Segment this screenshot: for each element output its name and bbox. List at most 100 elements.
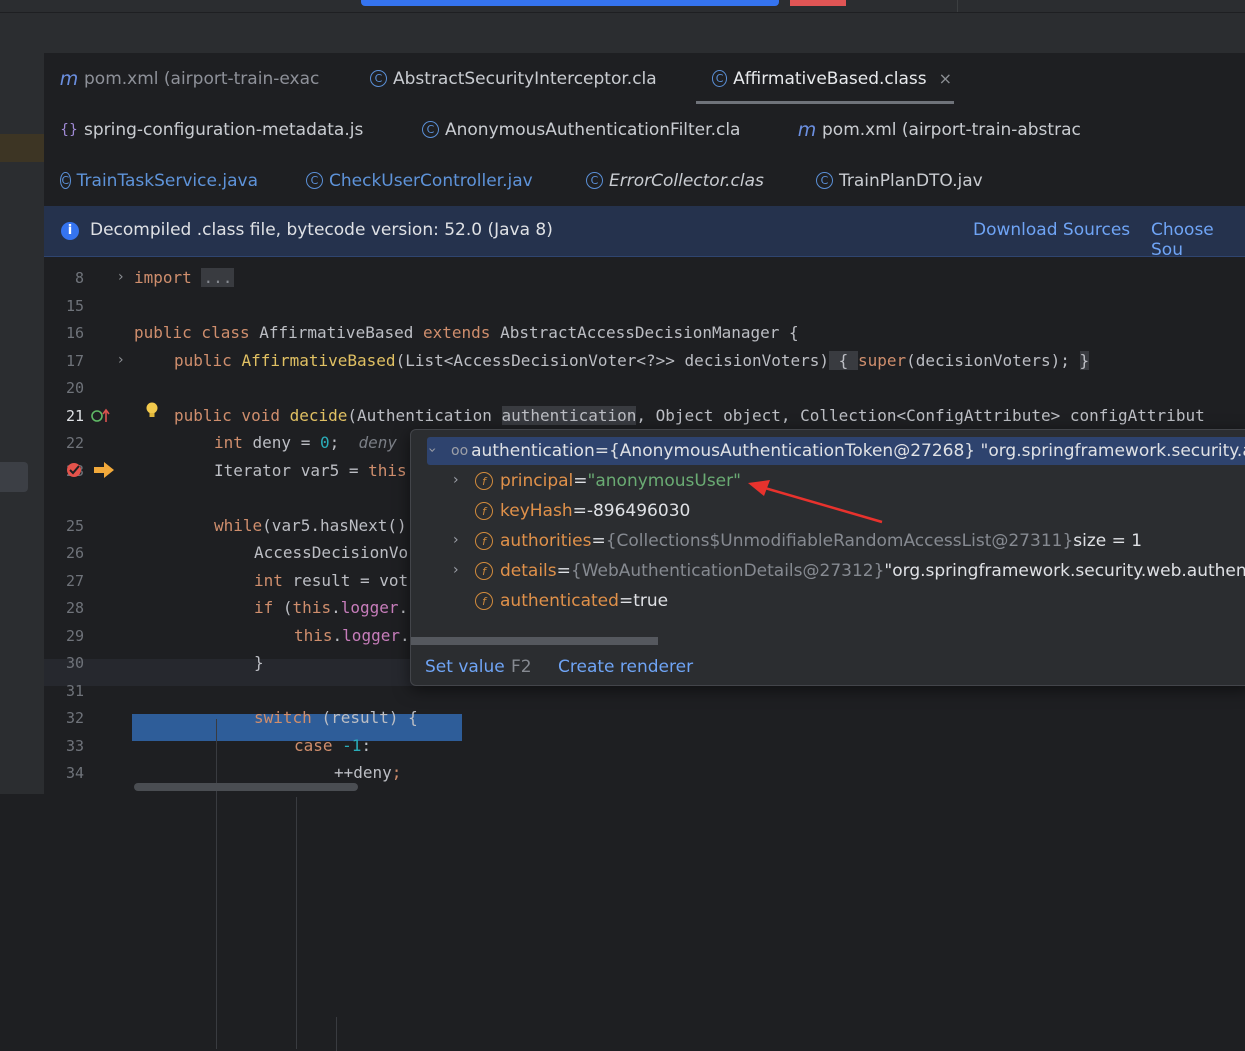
tab-check-user-controller[interactable]: C CheckUserController.jav bbox=[306, 155, 538, 206]
tab-label: spring-configuration-metadata.js bbox=[84, 119, 364, 140]
tab-train-plan-dto[interactable]: C TrainPlanDTO.jav bbox=[816, 155, 996, 206]
line-number: 17 bbox=[65, 352, 84, 370]
code-line-30: } bbox=[254, 653, 264, 672]
code-line-28: if (this.logger. bbox=[254, 598, 409, 617]
code-line-16: public class AffirmativeBased extends Ab… bbox=[134, 323, 799, 342]
watch-glasses-icon: oo bbox=[451, 443, 469, 459]
line-number: 33 bbox=[65, 737, 84, 755]
decompiled-info-banner: i Decompiled .class file, bytecode versi… bbox=[44, 206, 1245, 260]
indent-guide bbox=[296, 797, 297, 1049]
chevron-right-icon[interactable]: › bbox=[453, 562, 459, 578]
editor-tabs-row-1: m pom.xml (airport-train-exac C Abstract… bbox=[44, 53, 1245, 105]
maven-icon: m bbox=[798, 118, 817, 141]
override-method-icon[interactable] bbox=[91, 408, 113, 424]
field-icon: f bbox=[475, 472, 493, 490]
tab-label: ErrorCollector.clas bbox=[609, 170, 764, 191]
line-number: 20 bbox=[65, 379, 84, 397]
choose-sources-link[interactable]: Choose Sou bbox=[1151, 220, 1245, 260]
field-row-principal[interactable]: › f principal = "anonymousUser" bbox=[453, 467, 741, 495]
class-icon: C bbox=[370, 70, 387, 87]
stop-indicator[interactable] bbox=[790, 0, 846, 6]
code-line-33: case -1: bbox=[294, 736, 372, 755]
line-number: 15 bbox=[65, 297, 84, 315]
line-number: 29 bbox=[65, 627, 84, 645]
panel-selection[interactable] bbox=[0, 462, 28, 492]
tab-affirmative-based[interactable]: C AffirmativeBased.class × bbox=[712, 53, 952, 104]
tab-label: AbstractSecurityInterceptor.cla bbox=[393, 68, 657, 89]
create-renderer-link[interactable]: Create renderer bbox=[558, 657, 693, 677]
divider bbox=[957, 0, 958, 12]
line-number: 8 bbox=[74, 269, 84, 287]
code-line-32: switch (result) { bbox=[254, 708, 418, 727]
tab-train-task-service[interactable]: C TrainTaskService.java bbox=[60, 155, 258, 206]
breakpoint-icon[interactable] bbox=[66, 461, 86, 479]
line-number: 27 bbox=[65, 572, 84, 590]
tab-pom-xml-exac[interactable]: m pom.xml (airport-train-exac bbox=[60, 53, 340, 104]
close-icon[interactable]: × bbox=[939, 69, 952, 88]
popup-horizontal-scrollbar[interactable] bbox=[411, 637, 658, 645]
class-icon: C bbox=[422, 121, 439, 138]
tab-abstract-security-interceptor[interactable]: C AbstractSecurityInterceptor.cla bbox=[370, 53, 670, 104]
tab-anonymous-auth-filter[interactable]: C AnonymousAuthenticationFilter.cla bbox=[422, 104, 752, 155]
field-row-authenticated[interactable]: f authenticated = true bbox=[475, 587, 668, 615]
code-line-22: int deny = 0; deny bbox=[214, 433, 398, 452]
tab-label: AffirmativeBased.class bbox=[733, 68, 927, 89]
tab-label: TrainPlanDTO.jav bbox=[839, 170, 983, 191]
indent-guide bbox=[216, 719, 217, 1049]
field-icon: f bbox=[475, 502, 493, 520]
debug-value-popup[interactable]: › oo authentication = {AnonymousAuthenti… bbox=[410, 429, 1245, 686]
info-icon: i bbox=[61, 222, 79, 240]
code-line-8: import ... bbox=[134, 268, 235, 287]
tab-error-collector[interactable]: C ErrorCollector.clas bbox=[586, 155, 766, 206]
progress-indicator bbox=[361, 0, 779, 6]
line-number: 25 bbox=[65, 517, 84, 535]
line-number: 16 bbox=[65, 324, 84, 342]
code-line-23: Iterator var5 = this bbox=[214, 461, 407, 480]
code-line-21: public void decide(Authentication authen… bbox=[174, 406, 1205, 425]
annotation-arrow-icon bbox=[748, 480, 883, 524]
chevron-down-icon[interactable]: › bbox=[424, 447, 440, 453]
line-number: 26 bbox=[65, 544, 84, 562]
line-number: 32 bbox=[65, 709, 84, 727]
class-icon: C bbox=[306, 172, 323, 189]
fold-expand-icon[interactable]: › bbox=[118, 269, 124, 285]
left-tool-panel bbox=[0, 52, 44, 794]
horizontal-scrollbar[interactable] bbox=[134, 783, 358, 791]
tab-pom-xml-abstrac[interactable]: m pom.xml (airport-train-abstrac bbox=[798, 104, 1088, 155]
set-value-link[interactable]: Set value bbox=[425, 657, 505, 677]
lightbulb-icon[interactable] bbox=[144, 401, 160, 421]
root-variable-row[interactable]: › oo authentication = {AnonymousAuthenti… bbox=[424, 437, 1245, 465]
chevron-right-icon[interactable]: › bbox=[453, 472, 459, 488]
tab-label: pom.xml (airport-train-abstrac bbox=[822, 119, 1081, 140]
tab-label: pom.xml (airport-train-exac bbox=[84, 68, 320, 89]
execution-point-arrow-icon bbox=[94, 462, 114, 478]
field-row-authorities[interactable]: › f authorities = {Collections$Unmodifia… bbox=[453, 527, 1142, 555]
fold-expand-icon[interactable]: › bbox=[118, 352, 124, 368]
panel-highlight[interactable] bbox=[0, 134, 44, 162]
field-row-details[interactable]: › f details = {WebAuthenticationDetails@… bbox=[453, 557, 1245, 585]
editor-tabs-row-2: {} spring-configuration-metadata.js C An… bbox=[44, 104, 1245, 156]
tab-label: TrainTaskService.java bbox=[76, 170, 258, 191]
class-icon: C bbox=[712, 70, 728, 87]
toolbar bbox=[0, 12, 1245, 53]
maven-icon: m bbox=[60, 67, 79, 90]
download-sources-link[interactable]: Download Sources bbox=[973, 220, 1130, 240]
code-line-26: AccessDecisionVo bbox=[254, 543, 409, 562]
field-icon: f bbox=[475, 562, 493, 580]
code-line-34: ++deny; bbox=[334, 763, 402, 782]
line-number: 22 bbox=[65, 434, 84, 452]
folded-imports[interactable]: ... bbox=[201, 268, 235, 287]
chevron-right-icon[interactable]: › bbox=[453, 532, 459, 548]
indent-guide bbox=[336, 1017, 337, 1051]
json-icon: {} bbox=[60, 121, 78, 138]
line-number: 30 bbox=[65, 654, 84, 672]
field-row-keyhash[interactable]: f keyHash = -896496030 bbox=[475, 497, 690, 525]
code-line-17: public AffirmativeBased(List<AccessDecis… bbox=[174, 351, 1090, 370]
code-line-29: this.logger. bbox=[294, 626, 410, 645]
line-number: 21 bbox=[65, 407, 84, 425]
tab-spring-config-metadata[interactable]: {} spring-configuration-metadata.js bbox=[60, 104, 380, 155]
editor-tabs-row-3: C TrainTaskService.java C CheckUserContr… bbox=[44, 155, 1245, 207]
tab-label: AnonymousAuthenticationFilter.cla bbox=[445, 119, 741, 140]
class-icon: C bbox=[816, 172, 833, 189]
field-icon: f bbox=[475, 532, 493, 550]
